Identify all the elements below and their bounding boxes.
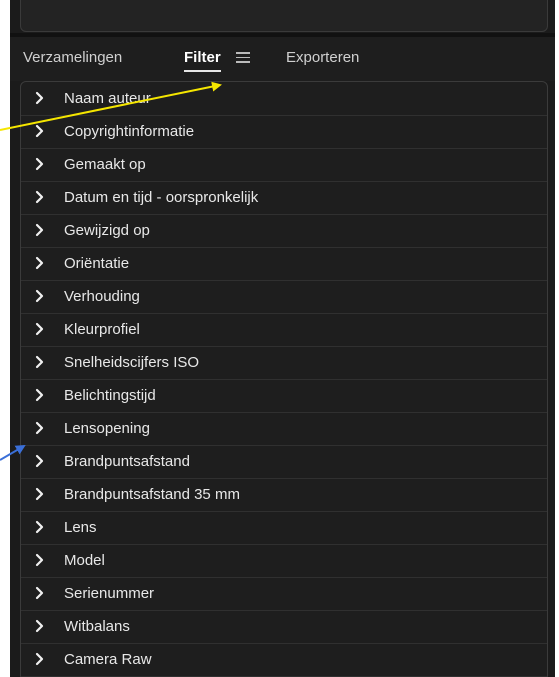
filter-row[interactable]: Verhouding — [21, 280, 547, 314]
filter-row[interactable]: Camera Raw — [21, 643, 547, 677]
chevron-right-icon — [35, 652, 44, 666]
chevron-right-icon — [35, 586, 44, 600]
active-tab-underline — [184, 70, 221, 72]
chevron-right-icon — [35, 256, 44, 270]
filter-row[interactable]: Lens — [21, 511, 547, 545]
chevron-right-icon — [35, 124, 44, 138]
top-panel — [20, 0, 548, 32]
filter-row-label: Copyrightinformatie — [64, 123, 195, 140]
filter-row[interactable]: Brandpuntsafstand 35 mm — [21, 478, 547, 512]
filter-row-label: Witbalans — [64, 618, 130, 635]
tab-export[interactable]: Exporteren — [286, 49, 359, 66]
filter-row-label: Naam auteur — [64, 90, 151, 107]
chevron-right-icon — [35, 223, 44, 237]
chevron-right-icon — [35, 619, 44, 633]
filter-row-label: Model — [64, 552, 105, 569]
filter-list: Naam auteur Copyrightinformatie Gemaakt op… — [20, 81, 548, 677]
filter-row-label: Lensopening — [64, 420, 150, 437]
filter-row[interactable]: Brandpuntsafstand — [21, 445, 547, 479]
tab-filter-label: Filter — [184, 49, 221, 66]
chevron-right-icon — [35, 553, 44, 567]
filter-row[interactable]: Gewijzigd op — [21, 214, 547, 248]
filter-row[interactable]: Model — [21, 544, 547, 578]
filter-row[interactable]: Lensopening — [21, 412, 547, 446]
filter-row[interactable]: Belichtingstijd — [21, 379, 547, 413]
chevron-right-icon — [35, 520, 44, 534]
filter-row-label: Brandpuntsafstand — [64, 453, 190, 470]
filter-row-label: Gemaakt op — [64, 156, 146, 173]
filter-row-label: Belichtingstijd — [64, 387, 156, 404]
chevron-right-icon — [35, 355, 44, 369]
chevron-right-icon — [35, 388, 44, 402]
chevron-right-icon — [35, 322, 44, 336]
filter-row[interactable]: Kleurprofiel — [21, 313, 547, 347]
filter-row[interactable]: Oriëntatie — [21, 247, 547, 281]
filter-row-label: Serienummer — [64, 585, 155, 602]
tab-collections[interactable]: Verzamelingen — [23, 49, 122, 66]
chevron-right-icon — [35, 190, 44, 204]
filter-row[interactable]: Datum en tijd - oorspronkelijk — [21, 181, 547, 215]
chevron-right-icon — [35, 421, 44, 435]
chevron-right-icon — [35, 454, 44, 468]
hamburger-menu-icon[interactable] — [236, 51, 250, 63]
filter-row-label: Oriëntatie — [64, 255, 130, 272]
filter-row[interactable]: Serienummer — [21, 577, 547, 611]
chevron-right-icon — [35, 91, 44, 105]
filter-row-label: Lens — [64, 519, 97, 536]
filter-row-label: Camera Raw — [64, 651, 152, 668]
filter-row-label: Snelheidscijfers ISO — [64, 354, 200, 371]
filter-row[interactable]: Witbalans — [21, 610, 547, 644]
filter-row[interactable]: Copyrightinformatie — [21, 115, 547, 149]
chevron-right-icon — [35, 487, 44, 501]
filter-panel: Verzamelingen Filter Exporteren Naam aut… — [10, 0, 555, 677]
filter-row[interactable]: Snelheidscijfers ISO — [21, 346, 547, 380]
filter-row-label: Gewijzigd op — [64, 222, 150, 239]
filter-row-label: Datum en tijd - oorspronkelijk — [64, 189, 259, 206]
filter-row[interactable]: Naam auteur — [21, 82, 547, 116]
filter-row-label: Brandpuntsafstand 35 mm — [64, 486, 240, 503]
tab-filter[interactable]: Filter — [184, 49, 221, 72]
tab-bar: Verzamelingen Filter Exporteren — [10, 37, 555, 81]
chevron-right-icon — [35, 157, 44, 171]
chevron-right-icon — [35, 289, 44, 303]
filter-row-label: Verhouding — [64, 288, 140, 305]
filter-row[interactable]: Gemaakt op — [21, 148, 547, 182]
filter-row-label: Kleurprofiel — [64, 321, 140, 338]
